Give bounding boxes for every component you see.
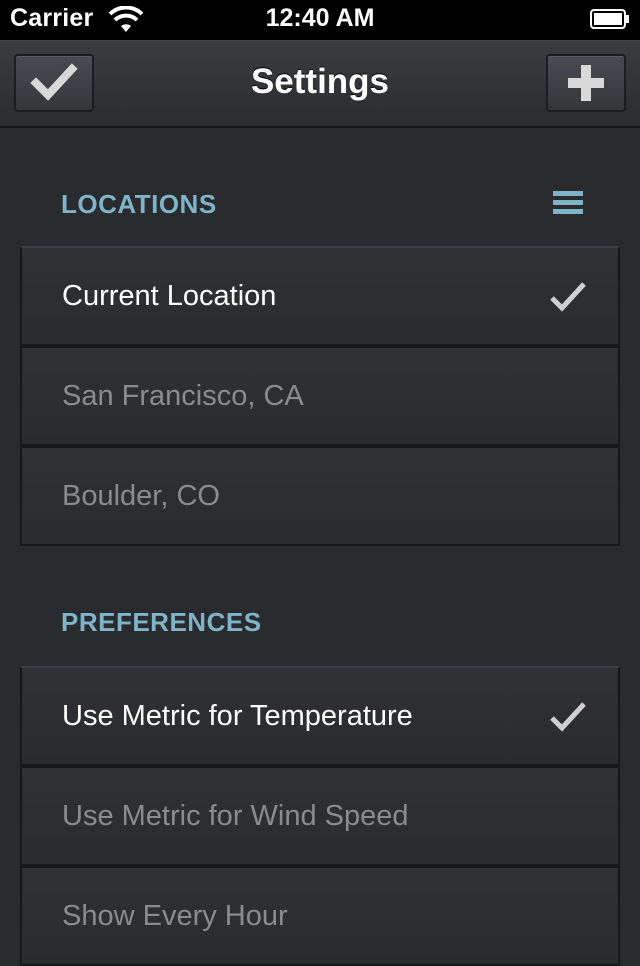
preference-item-label: Show Every Hour [62, 900, 288, 932]
add-location-button[interactable] [546, 54, 626, 112]
plus-icon [568, 65, 604, 101]
locations-section-header: LOCATIONS [61, 189, 217, 219]
preference-item-label: Use Metric for Wind Speed [62, 800, 409, 832]
checkmark-icon [550, 282, 586, 312]
preferences-section-header: PREFERENCES [61, 607, 262, 637]
preference-item-metric-wind-speed[interactable]: Use Metric for Wind Speed [20, 766, 620, 866]
location-item-label: San Francisco, CA [62, 380, 304, 412]
preference-item-metric-temperature[interactable]: Use Metric for Temperature [20, 666, 620, 766]
preference-item-show-every-hour[interactable]: Show Every Hour [20, 866, 620, 966]
status-bar: Carrier 12:40 AM [0, 0, 640, 40]
location-item-current[interactable]: Current Location [20, 246, 620, 346]
battery-icon [590, 9, 629, 29]
checkmark-icon [550, 702, 586, 732]
preference-item-label: Use Metric for Temperature [62, 700, 413, 732]
location-item-label: Current Location [62, 280, 277, 312]
reorder-menu-icon[interactable] [553, 189, 583, 217]
clock-time: 12:40 AM [265, 4, 375, 32]
location-item-label: Boulder, CO [62, 480, 220, 512]
preferences-list: Use Metric for Temperature Use Metric fo… [20, 666, 620, 966]
navigation-bar: Settings [0, 40, 640, 128]
location-item-boulder[interactable]: Boulder, CO [20, 446, 620, 546]
location-item-san-francisco[interactable]: San Francisco, CA [20, 346, 620, 446]
page-title: Settings [250, 62, 390, 101]
locations-list: Current Location San Francisco, CA Bould… [20, 246, 620, 546]
